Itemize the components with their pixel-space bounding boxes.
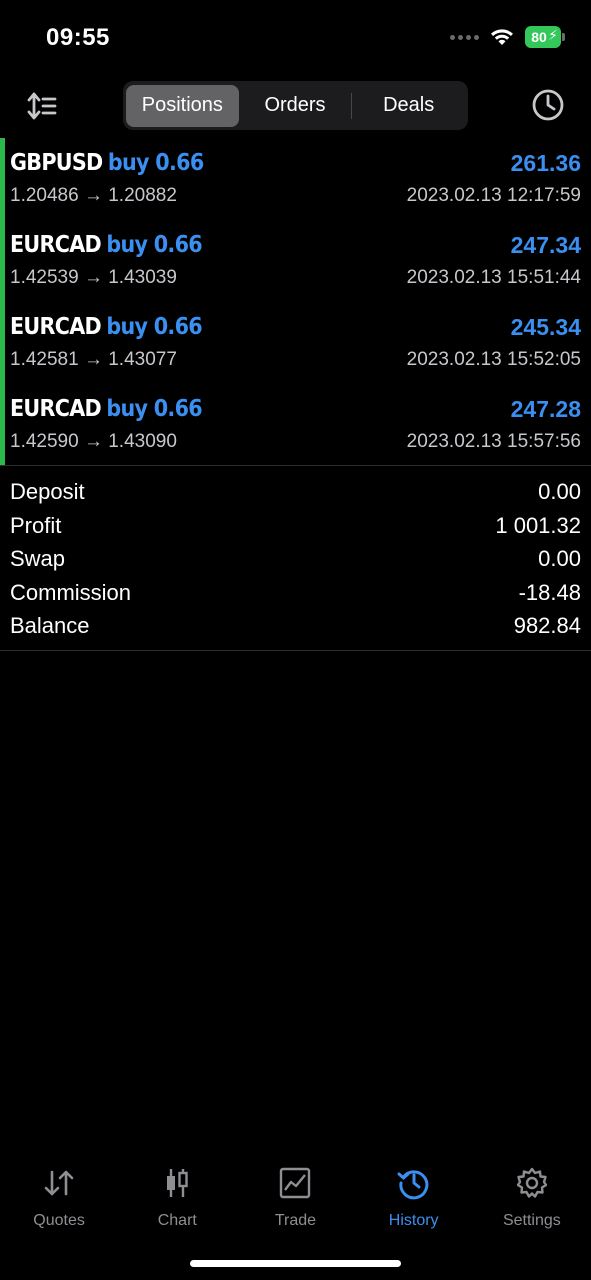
summary-row-balance: Balance 982.84 <box>0 609 591 643</box>
summary-value: 1 001.32 <box>495 512 581 538</box>
status-bar: 09:55 80 ⚡ <box>0 0 591 70</box>
candlestick-icon <box>167 1169 188 1197</box>
position-prices: 1.20486 → 1.20882 <box>10 185 177 206</box>
position-type: buy 0.66 <box>106 232 202 258</box>
position-profit: 247.34 <box>510 232 581 258</box>
top-toolbar: Positions Orders Deals <box>0 80 591 132</box>
position-time: 2023.02.13 12:17:59 <box>406 185 581 206</box>
summary-label: Balance <box>10 613 90 638</box>
position-profit: 261.36 <box>510 150 581 176</box>
history-segmented-control: Positions Orders Deals <box>123 81 468 130</box>
status-time: 09:55 <box>46 24 110 51</box>
position-type: buy 0.66 <box>106 314 202 340</box>
position-time: 2023.02.13 15:51:44 <box>406 267 581 288</box>
bottom-tab-bar: Quotes Chart Trade History Settings <box>0 1160 591 1240</box>
position-symbol: GBPUSD <box>10 150 103 176</box>
tab-trade[interactable]: Trade <box>236 1160 354 1240</box>
gear-icon <box>516 1167 548 1198</box>
summary-value: 0.00 <box>538 479 581 504</box>
history-clock-icon <box>397 1170 429 1200</box>
tab-settings[interactable]: Settings <box>473 1160 591 1240</box>
tab-positions[interactable]: Positions <box>126 84 239 127</box>
tab-label: Trade <box>274 1212 317 1229</box>
position-marker <box>0 384 5 466</box>
position-profit: 245.34 <box>510 314 581 340</box>
tab-label: Settings <box>502 1212 561 1229</box>
cellular-signal-icon <box>450 34 479 40</box>
account-summary: Deposit 0.00 Profit 1 001.32 Swap 0.00 C… <box>0 475 591 643</box>
status-indicators: 80 ⚡ <box>450 26 565 48</box>
period-button[interactable] <box>531 88 565 122</box>
positions-list: GBPUSD buy 0.66 261.36 1.20486 → 1.20882 … <box>0 138 591 466</box>
summary-row-profit: Profit 1 001.32 <box>0 509 591 543</box>
position-row[interactable]: GBPUSD buy 0.66 261.36 1.20486 → 1.20882 … <box>0 138 591 220</box>
position-prices: 1.42590 → 1.43090 <box>10 431 177 452</box>
summary-row-swap: Swap 0.00 <box>0 542 591 576</box>
summary-value: 0.00 <box>538 546 581 571</box>
position-row[interactable]: EURCAD buy 0.66 245.34 1.42581 → 1.43077 … <box>0 302 591 384</box>
trade-chart-icon <box>280 1167 311 1199</box>
position-time: 2023.02.13 15:57:56 <box>406 431 581 452</box>
position-symbol: EURCAD <box>10 314 102 340</box>
tab-deals[interactable]: Deals <box>352 85 465 127</box>
summary-row-deposit: Deposit 0.00 <box>0 475 591 509</box>
summary-value: -18.48 <box>518 579 581 605</box>
wifi-icon <box>491 29 513 45</box>
summary-label: Profit <box>10 512 62 538</box>
position-type: buy 0.66 <box>106 396 202 422</box>
position-marker <box>0 220 5 302</box>
summary-label: Commission <box>10 579 132 605</box>
tab-history[interactable]: History <box>355 1160 473 1240</box>
tab-label: Chart <box>157 1212 197 1229</box>
battery-icon: 80 ⚡ <box>525 26 565 48</box>
tab-chart[interactable]: Chart <box>118 1160 236 1240</box>
sort-icon <box>27 92 57 120</box>
summary-row-commission: Commission -18.48 <box>0 576 591 610</box>
position-row[interactable]: EURCAD buy 0.66 247.28 1.42590 → 1.43090 … <box>0 384 591 466</box>
summary-label: Swap <box>10 546 66 571</box>
sort-button[interactable] <box>26 90 58 122</box>
battery-level: 80 <box>531 29 547 45</box>
divider <box>0 465 591 466</box>
tab-quotes[interactable]: Quotes <box>0 1160 118 1240</box>
tab-label: History <box>388 1212 439 1229</box>
position-marker <box>0 302 5 384</box>
position-prices: 1.42539 → 1.43039 <box>10 267 177 288</box>
position-symbol: EURCAD <box>10 396 102 422</box>
position-row[interactable]: EURCAD buy 0.66 247.34 1.42539 → 1.43039 … <box>0 220 591 302</box>
position-type: buy 0.66 <box>107 150 204 176</box>
tab-orders[interactable]: Orders <box>239 85 352 127</box>
position-prices: 1.42581 → 1.43077 <box>10 349 177 370</box>
clock-icon <box>532 89 564 121</box>
position-profit: 247.28 <box>510 396 581 422</box>
tab-label: Quotes <box>33 1212 85 1229</box>
quotes-arrows-icon <box>44 1170 74 1196</box>
home-indicator[interactable] <box>190 1260 401 1267</box>
summary-label: Deposit <box>10 479 85 504</box>
position-marker <box>0 138 5 220</box>
position-time: 2023.02.13 15:52:05 <box>406 349 581 370</box>
position-symbol: EURCAD <box>10 232 102 258</box>
divider <box>0 650 591 651</box>
summary-value: 982.84 <box>513 613 581 638</box>
